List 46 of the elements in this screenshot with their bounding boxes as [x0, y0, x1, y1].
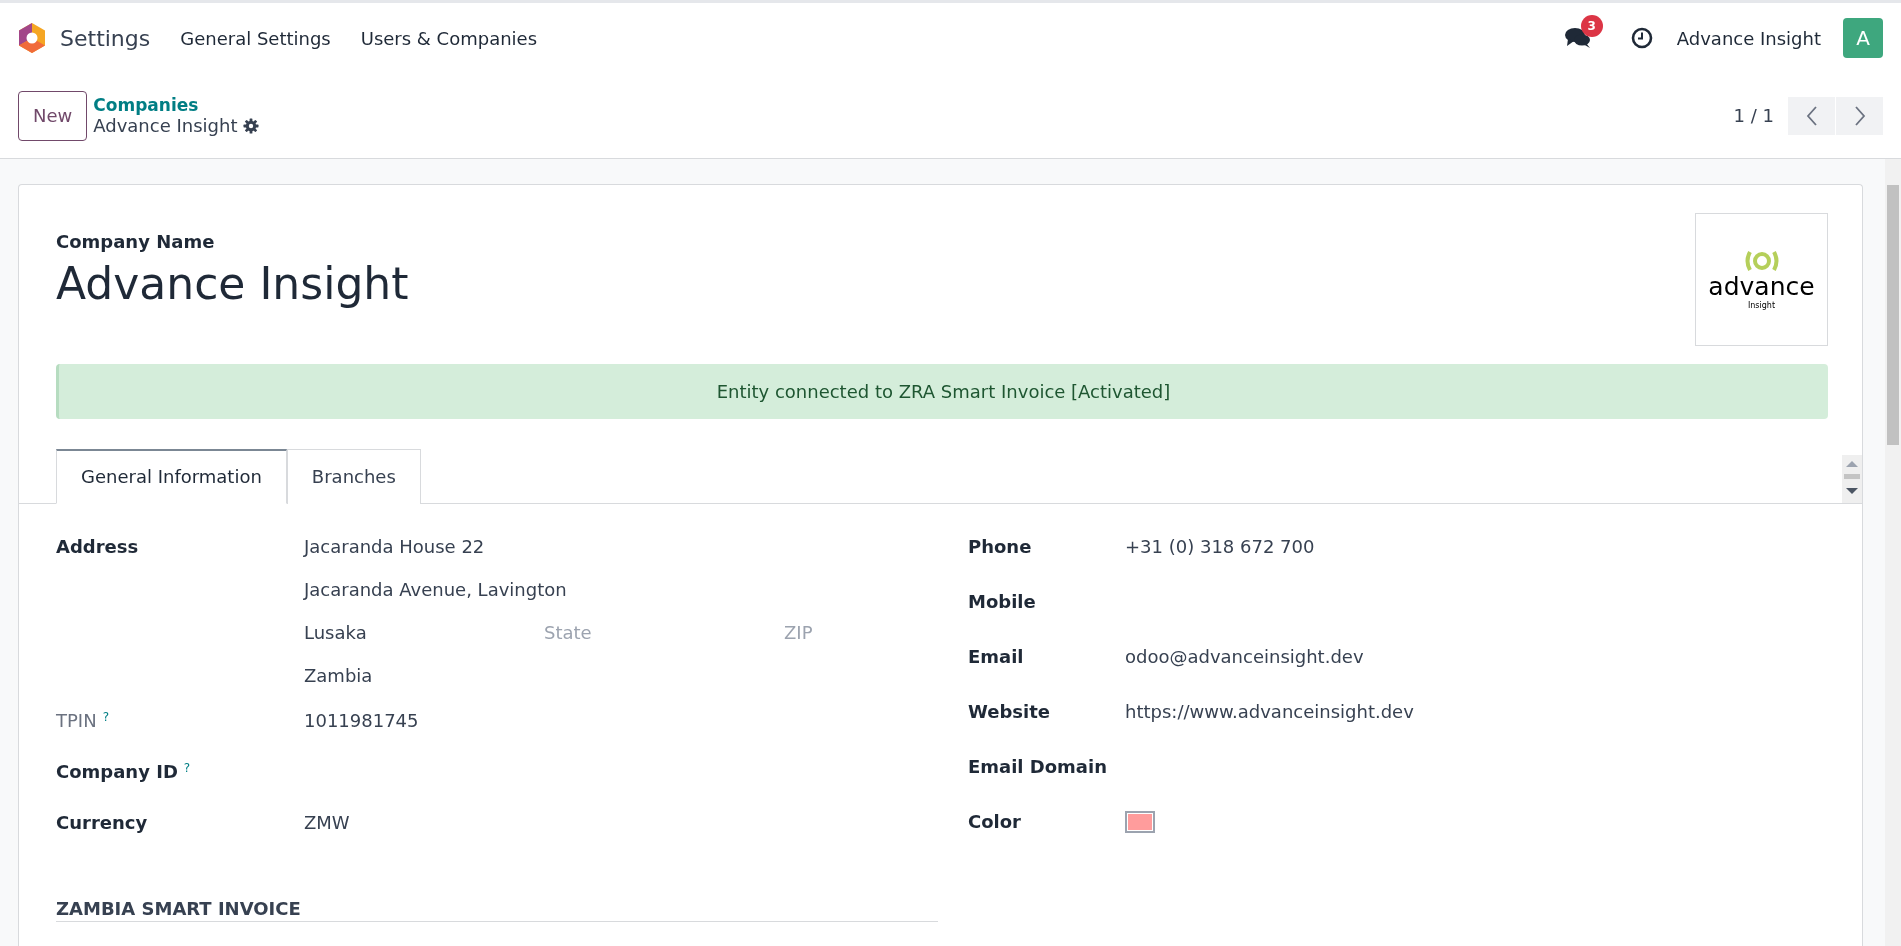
street2-field[interactable]: Jacaranda Avenue, Lavington [304, 579, 813, 600]
field-value[interactable]: https://www.advanceinsight.dev [1125, 701, 1414, 722]
color-swatch[interactable] [1125, 811, 1155, 833]
pager-value[interactable]: 1 / 1 [1733, 105, 1774, 126]
logo-tagline: Insight [1747, 300, 1776, 310]
chevron-right-icon [1853, 104, 1866, 127]
company-name-title: Advance Insight [56, 258, 409, 309]
field-label: Email [968, 646, 1025, 667]
field-label: Color [968, 811, 1022, 832]
field-label: Company ID [56, 761, 178, 782]
company-switcher[interactable]: Advance Insight [1676, 27, 1821, 49]
message-count-badge: 3 [1580, 15, 1603, 37]
new-button[interactable]: New [18, 90, 88, 141]
country-field[interactable]: Zambia [304, 665, 813, 686]
settings-icon[interactable] [243, 117, 260, 134]
clock-icon[interactable] [1630, 27, 1653, 49]
field-value[interactable]: ZMW [304, 812, 350, 833]
breadcrumb-link[interactable]: Companies [93, 95, 260, 115]
help-tooltip-mark[interactable]: ? [183, 761, 191, 775]
tab[interactable]: Branches [286, 449, 421, 504]
chevron-left-icon [1805, 104, 1818, 127]
field-label: TPIN [56, 710, 97, 731]
status-alert: Entity connected to ZRA Smart Invoice [Activated] [56, 364, 1828, 419]
field-label: Website [968, 701, 1051, 722]
tab[interactable]: General Information [56, 449, 287, 504]
app-logo-icon[interactable] [18, 22, 46, 54]
breadcrumb-current: Advance Insight [93, 115, 238, 136]
company-logo-image[interactable]: advance Insight [1695, 213, 1828, 346]
city-field[interactable]: Lusaka [304, 622, 544, 643]
tab-scroll-control[interactable] [1842, 455, 1862, 503]
field-label: Company Name [56, 231, 216, 252]
logo-wordmark: advance [1708, 273, 1815, 301]
field-label: Email Domain [968, 756, 1108, 777]
field-value[interactable]: +31 (0) 318 672 700 [1125, 536, 1315, 557]
app-name-link[interactable]: Settings [60, 25, 151, 51]
help-tooltip-mark[interactable]: ? [102, 710, 109, 724]
section-heading: ZAMBIA SMART INVOICE [56, 898, 938, 922]
field-label: Mobile [968, 591, 1037, 612]
field-value[interactable]: 1011981745 [304, 710, 419, 731]
street-field[interactable]: Jacaranda House 22 [304, 536, 813, 557]
field-label: Address [56, 536, 140, 557]
field-label: Phone [968, 536, 1033, 557]
field-label: Currency [56, 812, 148, 833]
nav-menu-item[interactable]: General Settings [180, 27, 331, 49]
nav-menu-item[interactable]: Users & Companies [360, 27, 538, 49]
field-value[interactable]: odoo@advanceinsight.dev [1125, 646, 1364, 667]
